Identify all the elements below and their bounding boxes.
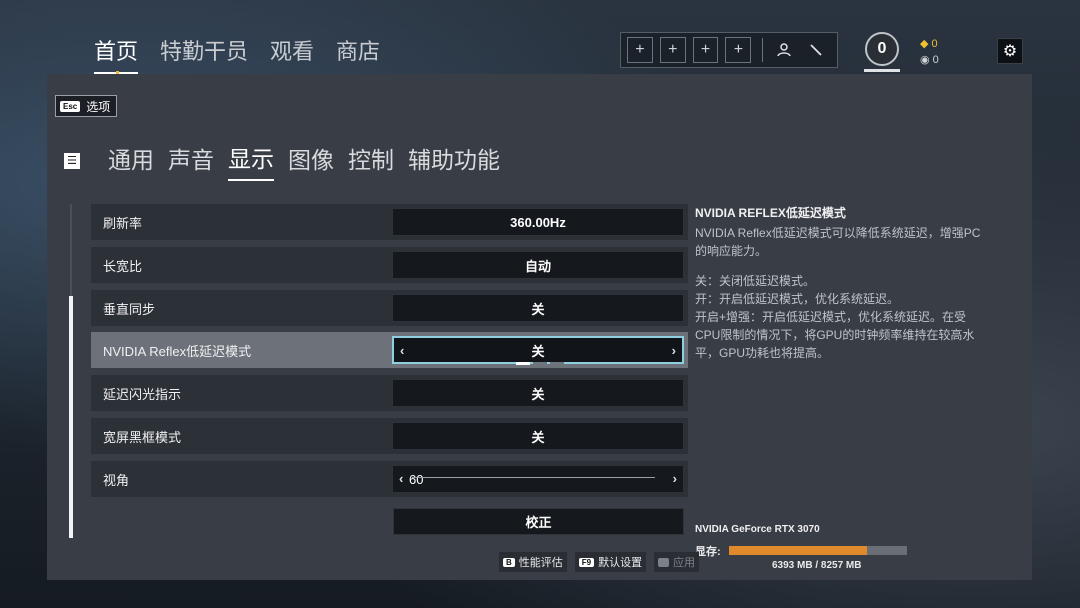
rank-progress-bar <box>864 69 900 72</box>
setting-row-aspect-ratio[interactable]: 长宽比 自动 <box>91 247 688 283</box>
setting-value[interactable]: 关 <box>392 294 684 322</box>
tab-accessibility[interactable]: 辅助功能 <box>408 141 500 180</box>
info-panel: NVIDIA REFLEX低延迟模式 NVIDIA Reflex低延迟模式可以降… <box>695 204 990 362</box>
friends-icon[interactable] <box>773 39 795 61</box>
currency-display: ◆ 0 ◉ 0 <box>920 36 939 68</box>
setting-label: 长宽比 <box>103 258 143 274</box>
setting-row-letterbox[interactable]: 宽屏黑框模式 关 <box>91 418 688 454</box>
option-dot <box>533 362 547 365</box>
main-nav: 首页 特勤干员 观看 商店 <box>94 34 380 74</box>
vram-bar-fill <box>729 546 867 555</box>
option-dot <box>550 362 564 365</box>
rank-badge[interactable]: 0 <box>864 32 900 72</box>
chevron-left-icon[interactable]: ‹ <box>400 343 404 358</box>
invite-slot-3[interactable]: + <box>692 37 719 63</box>
squad-divider <box>762 38 764 62</box>
tab-audio[interactable]: 声音 <box>168 141 214 180</box>
setting-row-latency-flash[interactable]: 延迟闪光指示 关 <box>91 375 688 411</box>
invite-slot-2[interactable]: + <box>659 37 686 63</box>
nav-operators[interactable]: 特勤干员 <box>160 34 248 74</box>
settings-tabs: ☰ 通用 声音 显示 图像 控制 辅助功能 <box>64 140 500 181</box>
setting-value[interactable]: 关 <box>392 379 684 407</box>
apply-button[interactable]: ■ 应用 <box>654 552 699 572</box>
esc-label: 选项 <box>86 99 111 114</box>
nav-home[interactable]: 首页 <box>94 34 139 74</box>
tab-display[interactable]: 显示 <box>228 140 274 181</box>
invite-slot-1[interactable]: + <box>627 37 653 63</box>
info-title: NVIDIA REFLEX低延迟模式 <box>695 206 846 220</box>
gpu-name: NVIDIA GeForce RTX 3070 <box>695 524 820 535</box>
calibrate-button[interactable]: 校正 <box>393 508 684 535</box>
tab-controls[interactable]: 控制 <box>348 141 394 180</box>
esc-back-button[interactable]: Esc 选项 <box>55 95 118 117</box>
setting-row-refresh-rate[interactable]: 刷新率 360.00Hz <box>91 204 688 240</box>
setting-label: NVIDIA Reflex低延迟模式 <box>103 343 252 359</box>
setting-label: 刷新率 <box>103 215 143 231</box>
top-bar: 首页 特勤干员 观看 商店 + + + + 0 ◆ 0 ◉ 0 ⚙ <box>0 0 1080 78</box>
default-settings-button[interactable]: F9 默认设置 <box>574 552 647 572</box>
credits-amount: 0 <box>932 54 939 66</box>
setting-value: 关 <box>531 343 545 359</box>
nav-watch[interactable]: 观看 <box>270 34 314 74</box>
renown-amount: 0 <box>931 38 938 50</box>
f9-key-icon: F9 <box>578 557 595 567</box>
setting-selector[interactable]: ‹ 关 › <box>392 336 684 365</box>
setting-label: 视角 <box>103 472 130 488</box>
info-off: 关：关闭低延迟模式。 <box>695 274 816 288</box>
nav-store[interactable]: 商店 <box>336 34 380 74</box>
invite-slot-4[interactable]: + <box>725 37 752 63</box>
apply-label: 应用 <box>672 557 695 569</box>
credits-icon: ◉ <box>920 54 930 66</box>
option-indicator <box>516 362 564 365</box>
chevron-left-icon[interactable]: ‹ <box>399 471 403 486</box>
tab-general[interactable]: 通用 <box>108 141 154 180</box>
setting-value[interactable]: 关 <box>392 422 684 450</box>
fov-slider[interactable]: ‹ 60 › <box>392 465 684 493</box>
scrollbar-thumb[interactable] <box>69 296 73 538</box>
vram-usage: 6393 MB / 8257 MB <box>772 560 862 571</box>
setting-value[interactable]: 自动 <box>392 251 684 279</box>
chevron-right-icon[interactable]: › <box>673 471 677 486</box>
setting-label: 延迟闪光指示 <box>103 386 182 402</box>
tab-graphics[interactable]: 图像 <box>288 141 334 180</box>
settings-gear-icon[interactable]: ⚙ <box>997 38 1023 64</box>
footer-actions: B 性能评估 F9 默认设置 ■ 应用 <box>499 552 699 572</box>
info-boost: 开启+增强：开启低延迟模式，优化系统延迟。在受CPU限制的情况下，将GPU的时钟… <box>695 310 975 360</box>
default-settings-label: 默认设置 <box>598 557 643 569</box>
benchmark-label: 性能评估 <box>518 557 563 569</box>
setting-row-vsync[interactable]: 垂直同步 关 <box>91 290 688 326</box>
match-icon[interactable] <box>805 39 827 61</box>
setting-label: 宽屏黑框模式 <box>103 429 182 445</box>
rank-value: 0 <box>865 32 899 66</box>
benchmark-button[interactable]: B 性能评估 <box>499 552 567 572</box>
slider-track[interactable] <box>412 477 655 478</box>
info-description: NVIDIA Reflex低延迟模式可以降低系统延迟，增强PC的响应能力。 <box>695 226 981 258</box>
b-key-icon: B <box>503 557 515 567</box>
vram-bar <box>729 546 907 555</box>
tab-switch-icon[interactable]: ☰ <box>64 152 80 169</box>
setting-label: 垂直同步 <box>103 301 156 317</box>
info-on: 开：开启低延迟模式，优化系统延迟。 <box>695 292 900 306</box>
chevron-right-icon[interactable]: › <box>672 343 676 358</box>
setting-row-nvidia-reflex[interactable]: NVIDIA Reflex低延迟模式 ‹ 关 › <box>91 332 688 368</box>
esc-key-icon: Esc <box>60 100 81 112</box>
option-dot <box>516 362 530 365</box>
squad-bar: + + + + <box>620 32 838 68</box>
setting-value[interactable]: 360.00Hz <box>392 208 684 236</box>
renown-icon: ◆ <box>920 38 929 50</box>
fov-value: 60 <box>409 471 424 487</box>
setting-row-fov[interactable]: 视角 ‹ 60 › <box>91 461 688 497</box>
apply-key-icon: ■ <box>658 557 669 567</box>
